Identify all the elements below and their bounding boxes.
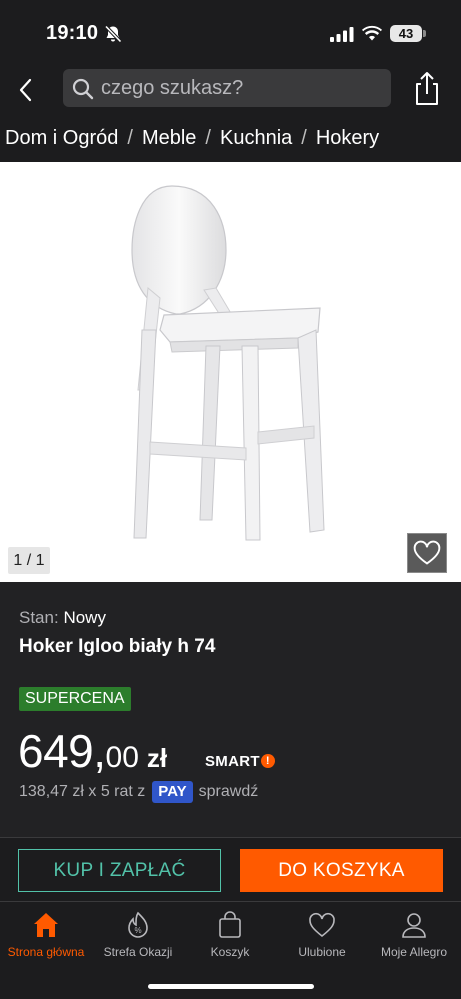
user-icon xyxy=(402,913,426,938)
nav-item-my-allegro[interactable]: Moje Allegro xyxy=(368,902,460,968)
pay-badge: PAY xyxy=(152,781,193,803)
battery-tip xyxy=(423,30,426,37)
nav-item-home[interactable]: Strona główna xyxy=(0,902,92,968)
add-to-cart-button[interactable]: DO KOSZYKA xyxy=(240,849,443,892)
product-title: Hoker Igloo biały h 74 xyxy=(19,636,216,657)
search-input[interactable] xyxy=(101,69,381,107)
product-info: Stan: Nowy Hoker Igloo biały h 74 SUPERC… xyxy=(0,582,461,837)
battery-level: 43 xyxy=(390,25,422,42)
nav-item-cart[interactable]: Koszyk xyxy=(184,902,276,968)
supercena-badge: SUPERCENA xyxy=(19,687,131,711)
breadcrumb-separator: / xyxy=(127,126,133,149)
breadcrumb-item-meble[interactable]: Meble xyxy=(142,127,196,150)
breadcrumb-item-hokery[interactable]: Hokery xyxy=(316,127,379,150)
home-indicator[interactable] xyxy=(148,984,314,989)
status-bar: 19:10 43 xyxy=(0,0,461,64)
nav-label-my-allegro: Moje Allegro xyxy=(380,945,448,959)
breadcrumb: Dom i Ogród / Meble / Kuchnia / Hokery xyxy=(5,123,379,153)
action-bar: KUP I ZAPŁAĆ DO KOSZYKA xyxy=(0,838,461,901)
heart-icon xyxy=(309,912,335,938)
bell-off-icon xyxy=(104,25,122,43)
search-bar[interactable] xyxy=(63,69,391,107)
svg-text:%: % xyxy=(134,926,141,935)
wifi-icon xyxy=(362,25,382,41)
price: 649, 00 zł xyxy=(18,724,168,777)
installments-text: 138,47 zł x 5 rat z xyxy=(19,783,146,800)
condition-value: Nowy xyxy=(63,608,106,627)
image-counter: 1 / 1 xyxy=(8,547,50,574)
bottom-nav: Strona główna % Strefa Okazji Koszyk Ulu… xyxy=(0,901,461,999)
status-time: 19:10 xyxy=(46,22,99,44)
product-image xyxy=(131,185,325,541)
nav-label-favorites: Ulubione xyxy=(298,945,346,959)
smart-exclamation-icon: ! xyxy=(260,754,275,768)
heart-icon xyxy=(413,540,441,565)
breadcrumb-separator: / xyxy=(205,126,211,149)
check-link[interactable]: sprawdź xyxy=(199,783,259,801)
buy-now-button[interactable]: KUP I ZAPŁAĆ xyxy=(18,849,221,892)
nav-item-deals[interactable]: % Strefa Okazji xyxy=(92,902,184,968)
breadcrumb-item-dom-i-ogrod[interactable]: Dom i Ogród xyxy=(5,127,118,150)
home-icon xyxy=(34,913,58,937)
smart-badge[interactable]: SMART ! xyxy=(205,751,275,771)
price-currency: zł xyxy=(146,743,168,773)
cellular-signal-icon xyxy=(330,27,354,42)
deals-icon: % xyxy=(128,911,148,938)
price-decimal: 00 xyxy=(105,741,139,774)
breadcrumb-separator: / xyxy=(301,126,307,149)
nav-label-deals: Strefa Okazji xyxy=(103,945,173,959)
favorite-button[interactable] xyxy=(407,533,447,573)
product-gallery[interactable]: 1 / 1 xyxy=(0,162,461,582)
search-header xyxy=(0,64,461,114)
price-integer: 649, xyxy=(18,725,106,777)
search-icon xyxy=(72,78,94,100)
cart-icon xyxy=(219,911,241,938)
condition: Stan: Nowy xyxy=(19,608,106,628)
nav-item-favorites[interactable]: Ulubione xyxy=(276,902,368,968)
condition-label: Stan: xyxy=(19,608,59,627)
nav-label-cart: Koszyk xyxy=(210,945,250,959)
smart-label: SMART xyxy=(205,752,260,770)
nav-label-home: Strona główna xyxy=(7,945,85,959)
breadcrumb-item-kuchnia[interactable]: Kuchnia xyxy=(220,127,292,150)
share-icon[interactable] xyxy=(410,68,444,108)
back-arrow-icon[interactable] xyxy=(10,68,42,108)
installments: 138,47 zł x 5 rat z PAY sprawdź xyxy=(19,780,258,804)
